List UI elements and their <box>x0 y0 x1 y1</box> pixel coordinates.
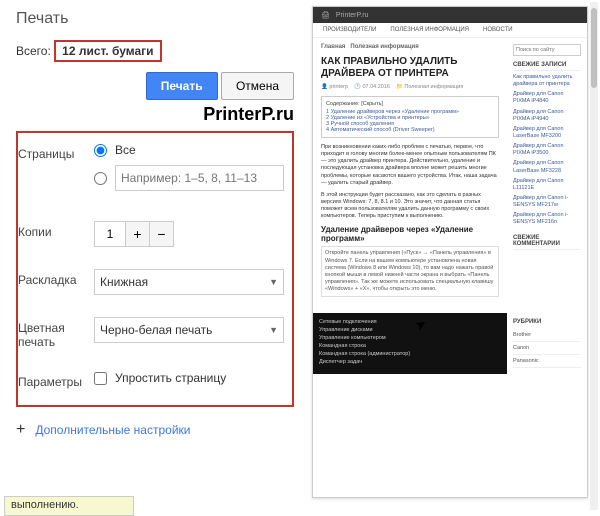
preview-rubrics: РУБРИКИ Brother Canon Panasonic <box>507 313 587 374</box>
more-settings-toggle[interactable]: + Дополнительные настройки <box>16 421 294 439</box>
form-highlight: Страницы Все Копии + − <box>16 131 294 407</box>
copies-plus[interactable]: + <box>125 222 149 246</box>
color-value: Черно-белая печать <box>100 323 212 337</box>
simplify-label: Упростить страницу <box>115 371 226 385</box>
preview-nav-item: ПОЛЕЗНАЯ ИНФОРМАЦИЯ <box>390 27 469 33</box>
preview-nav-item: ПРОИЗВОДИТЕЛИ <box>323 27 376 33</box>
logo-text: PrinterP.ru <box>16 104 294 125</box>
preview-quote: Откройте панель управления («Пуск» → «Па… <box>321 246 499 297</box>
color-select[interactable]: Черно-белая печать ▼ <box>94 317 284 343</box>
preview-site-header: 🖨 PrinterP.ru <box>313 7 587 23</box>
dialog-title: Печать <box>16 10 294 28</box>
simplify-checkbox[interactable] <box>94 372 107 385</box>
preview-footer-menu: Сетевые подключения Управление дисками У… <box>313 313 507 374</box>
preview-article-title: КАК ПРАВИЛЬНО УДАЛИТЬ ДРАЙВЕРА ОТ ПРИНТЕ… <box>321 56 499 80</box>
color-label: Цветная печать <box>18 317 94 349</box>
preview-nav-item: НОВОСТИ <box>483 27 513 33</box>
total-label: Всего: <box>16 44 51 58</box>
pages-all-radio[interactable] <box>94 144 107 157</box>
preview-site-name: PrinterP.ru <box>336 12 369 19</box>
preview-toc: Содержание: [Скрыть] 1 Удаление драйверо… <box>321 96 499 138</box>
preview-paragraph: В этой инструкции будет рассказано, как … <box>321 192 499 221</box>
chevron-down-icon: ▼ <box>269 277 278 287</box>
print-preview: 🖨 PrinterP.ru ПРОИЗВОДИТЕЛИ ПОЛЕЗНАЯ ИНФ… <box>312 6 588 498</box>
print-button[interactable]: Печать <box>146 72 218 100</box>
copies-minus[interactable]: − <box>149 222 173 246</box>
copies-label: Копии <box>18 221 94 239</box>
pages-label: Страницы <box>18 143 94 161</box>
pages-range-radio[interactable] <box>94 172 107 185</box>
preview-recent-list: Как правильно удалить драйвера от принте… <box>513 74 581 227</box>
pages-range-input[interactable] <box>115 165 284 191</box>
copies-input[interactable] <box>95 222 125 246</box>
options-label: Параметры <box>18 371 94 389</box>
preview-comments-title: СВЕЖИЕ КОММЕНТАРИИ <box>513 235 581 250</box>
copies-stepper: + − <box>94 221 174 247</box>
preview-recent-title: СВЕЖИЕ ЗАПИСИ <box>513 62 581 71</box>
preview-h2: Удаление драйверов через «Удаление прогр… <box>321 225 499 243</box>
preview-breadcrumb: Главная Полезная информация <box>321 44 499 50</box>
total-value-box: 12 лист. бумаги <box>54 40 161 62</box>
more-settings-label: Дополнительные настройки <box>35 423 190 437</box>
status-note: выполнению. <box>4 496 134 516</box>
total-row: Всего: 12 лист. бумаги <box>16 40 294 62</box>
printer-icon: 🖨 <box>321 11 330 19</box>
cancel-button[interactable]: Отмена <box>221 72 294 100</box>
preview-nav: ПРОИЗВОДИТЕЛИ ПОЛЕЗНАЯ ИНФОРМАЦИЯ НОВОСТ… <box>313 23 587 38</box>
layout-value: Книжная <box>100 275 148 289</box>
preview-search-input <box>513 44 581 56</box>
layout-label: Раскладка <box>18 269 94 287</box>
pages-all-label: Все <box>115 143 136 157</box>
layout-select[interactable]: Книжная ▼ <box>94 269 284 295</box>
plus-icon: + <box>16 421 25 439</box>
preview-paragraph: При возникновении каких-либо проблем с п… <box>321 144 499 187</box>
chevron-down-icon: ▼ <box>269 325 278 335</box>
vertical-scrollbar[interactable] <box>590 2 598 510</box>
preview-meta: 👤 printerp 🕑 07.04.2016 📁 Полезная инфор… <box>321 84 499 90</box>
